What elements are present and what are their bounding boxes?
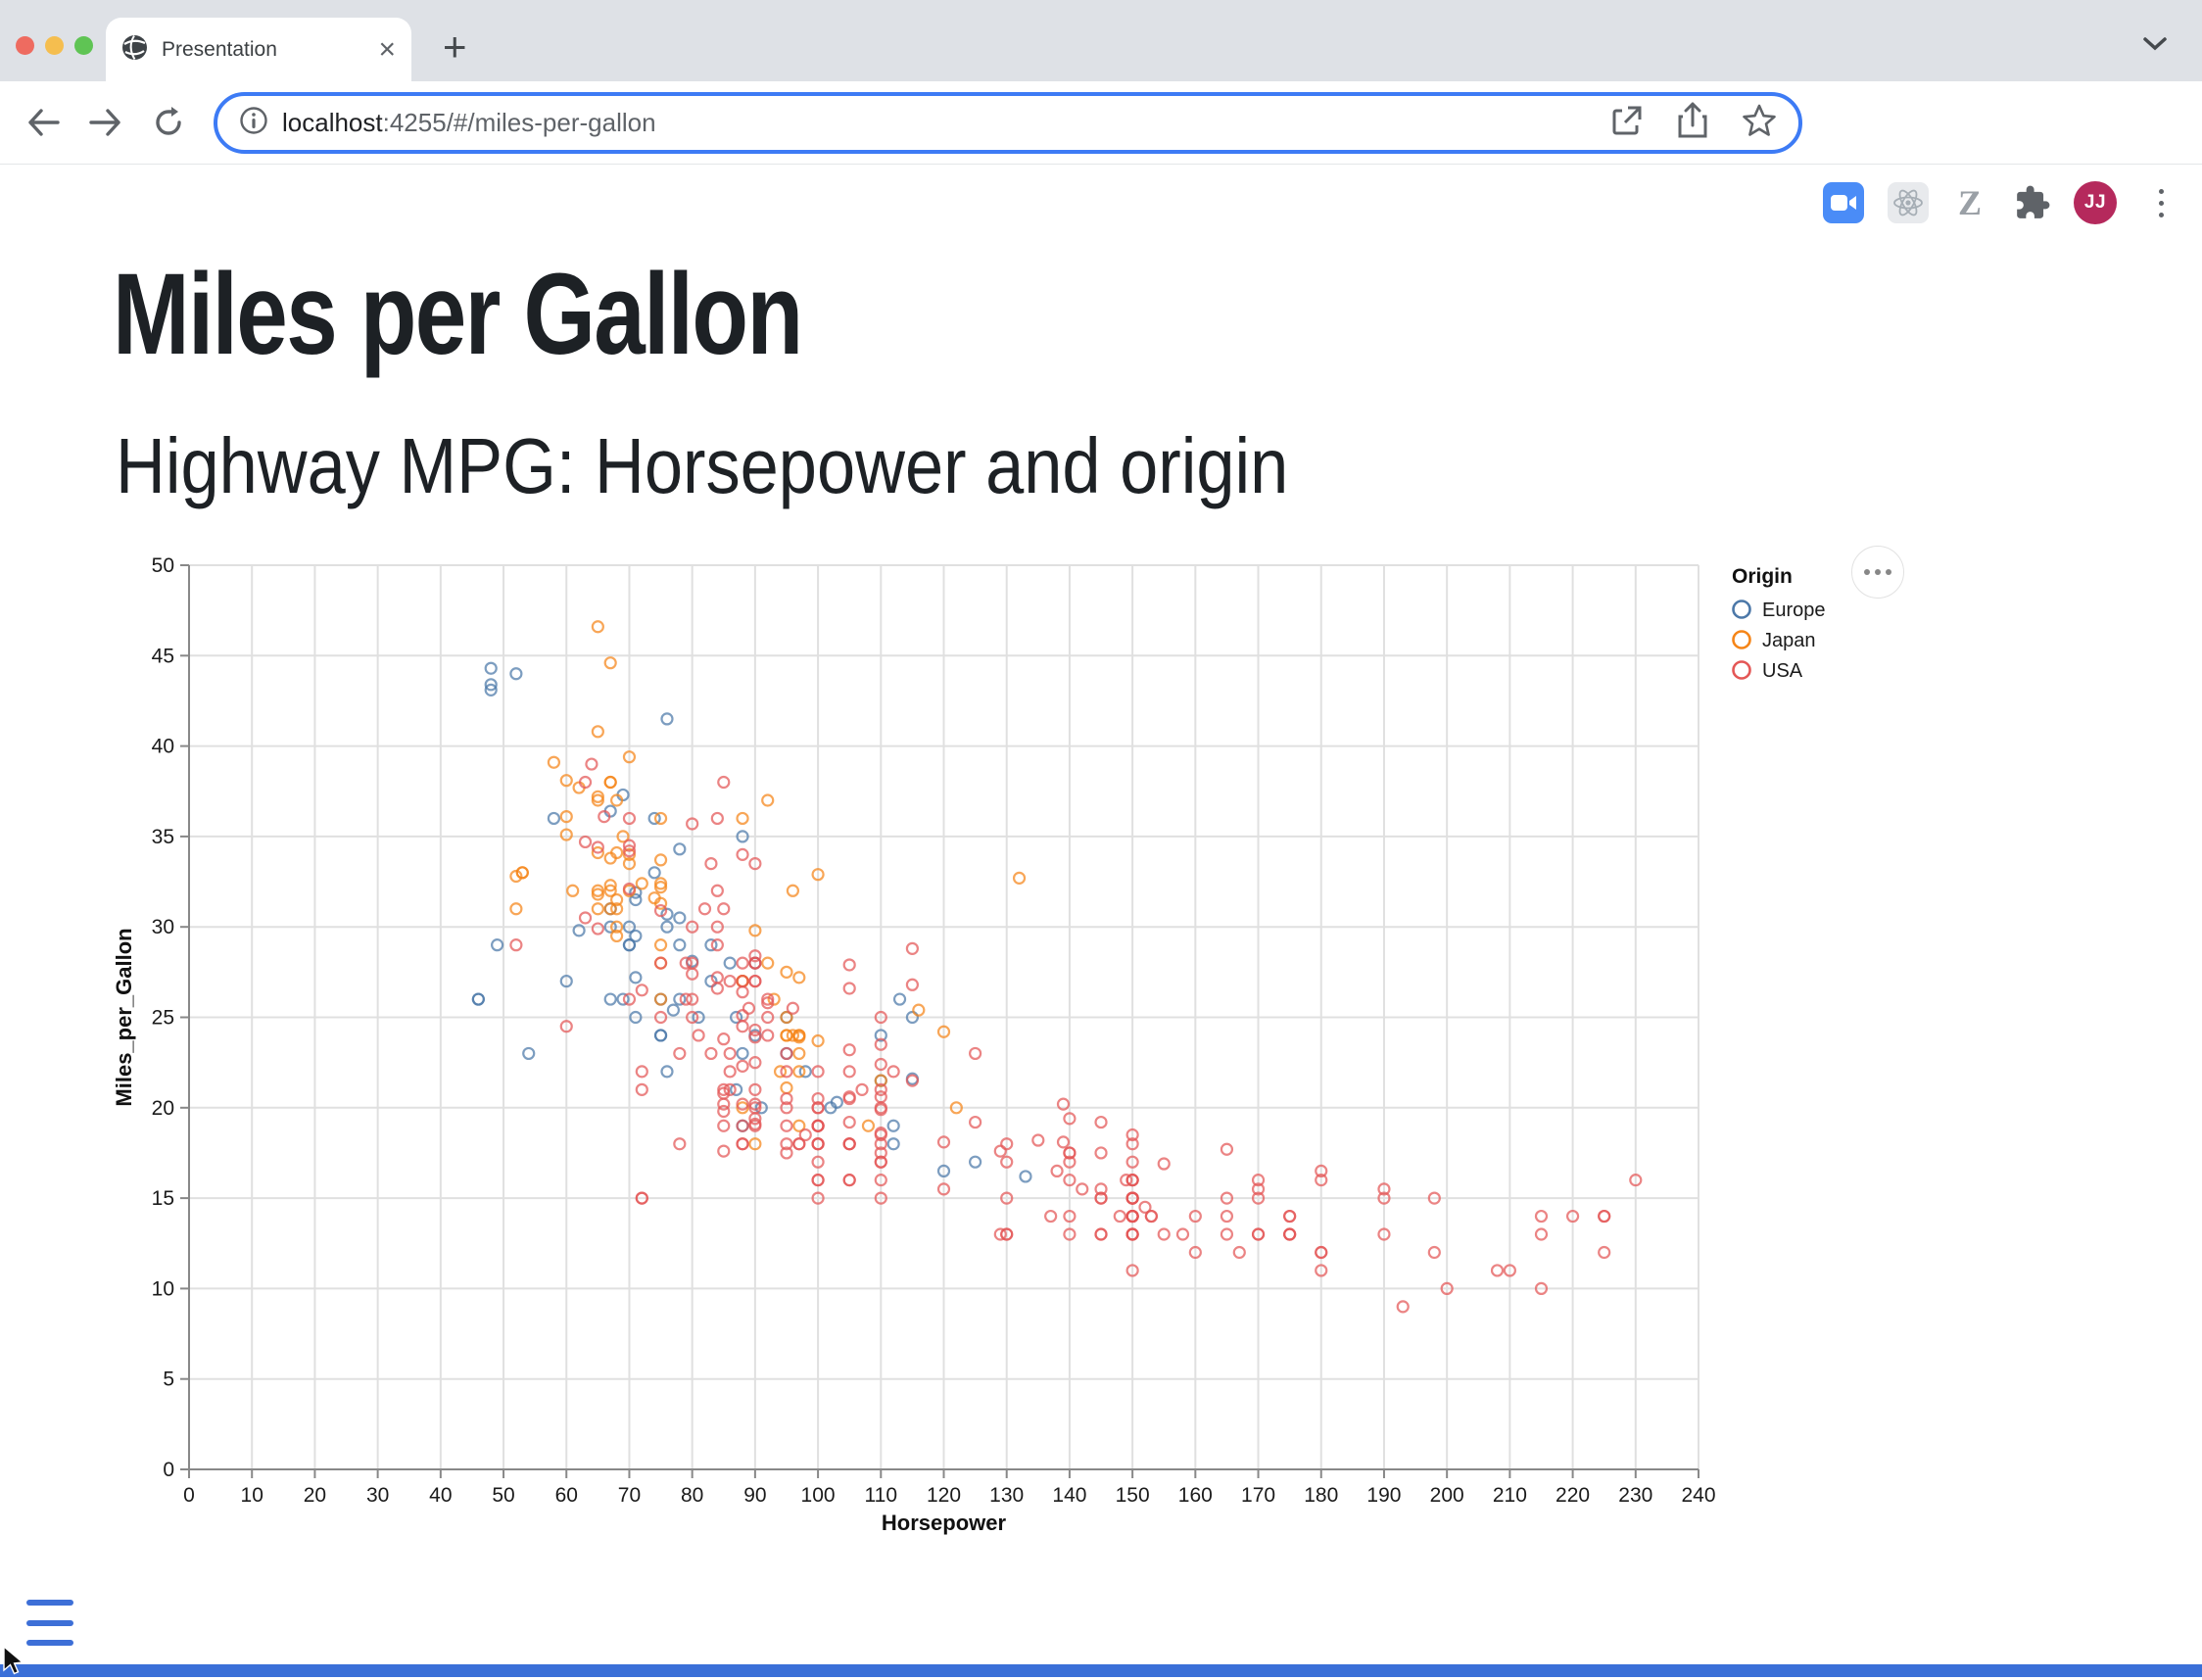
profile-avatar[interactable]: JJ: [2074, 181, 2117, 224]
svg-text:120: 120: [927, 1484, 961, 1507]
window-minimize-button[interactable]: [45, 36, 64, 55]
svg-text:140: 140: [1052, 1484, 1086, 1507]
extensions-puzzle-icon[interactable]: [2012, 182, 2053, 223]
tab-close-icon[interactable]: ×: [378, 35, 396, 65]
svg-text:30: 30: [366, 1484, 389, 1507]
svg-text:100: 100: [801, 1484, 836, 1507]
zoom-app-icon[interactable]: [1823, 182, 1864, 223]
reload-icon[interactable]: [149, 103, 188, 142]
browser-toolbar: localhost:4255/#/miles-per-gallon: [0, 81, 2202, 165]
hamburger-menu-icon[interactable]: [26, 1600, 73, 1646]
svg-text:Miles_per_Gallon: Miles_per_Gallon: [112, 928, 136, 1106]
svg-text:180: 180: [1304, 1484, 1338, 1507]
svg-text:110: 110: [865, 1484, 897, 1507]
svg-text:240: 240: [1681, 1484, 1715, 1507]
svg-text:20: 20: [152, 1097, 174, 1120]
svg-text:210: 210: [1493, 1484, 1527, 1507]
svg-text:10: 10: [152, 1277, 174, 1300]
page-title: Miles per Gallon: [113, 257, 802, 372]
svg-text:0: 0: [163, 1459, 174, 1481]
page-subtitle: Highway MPG: Horsepower and origin: [116, 427, 1288, 505]
url-path: :4255/#/miles-per-gallon: [383, 108, 656, 137]
chart-actions-button[interactable]: [1851, 546, 1904, 599]
svg-text:230: 230: [1618, 1484, 1652, 1507]
svg-text:Origin: Origin: [1732, 565, 1793, 588]
svg-text:10: 10: [241, 1484, 263, 1507]
svg-text:15: 15: [152, 1187, 174, 1210]
svg-text:220: 220: [1556, 1484, 1590, 1507]
svg-text:0: 0: [183, 1484, 195, 1507]
z-extension-icon[interactable]: Z: [1949, 182, 1990, 223]
url-host: localhost: [282, 108, 383, 137]
svg-text:45: 45: [152, 645, 174, 667]
svg-text:40: 40: [429, 1484, 452, 1507]
menu-kebab-icon[interactable]: [2151, 181, 2171, 224]
page-info-icon[interactable]: [239, 106, 268, 140]
svg-text:20: 20: [304, 1484, 326, 1507]
svg-text:170: 170: [1241, 1484, 1275, 1507]
react-extension-icon[interactable]: [1888, 182, 1929, 223]
window-controls: [16, 36, 93, 55]
svg-text:30: 30: [152, 916, 174, 938]
share-icon[interactable]: [1677, 102, 1708, 144]
new-tab-icon[interactable]: +: [443, 24, 467, 71]
url-text[interactable]: localhost:4255/#/miles-per-gallon: [282, 108, 656, 138]
svg-text:5: 5: [163, 1368, 174, 1391]
presentation-progress-bar: [0, 1664, 2202, 1677]
svg-text:50: 50: [152, 554, 174, 577]
svg-text:150: 150: [1116, 1484, 1150, 1507]
svg-text:Japan: Japan: [1762, 630, 1816, 651]
svg-text:35: 35: [152, 826, 174, 848]
window-zoom-button[interactable]: [74, 36, 93, 55]
tabstrip-chevron-down-icon[interactable]: [2141, 35, 2169, 58]
tab-title: Presentation: [162, 38, 277, 62]
browser-tab-strip: Presentation × +: [0, 0, 2202, 81]
svg-text:160: 160: [1178, 1484, 1213, 1507]
svg-text:Horsepower: Horsepower: [882, 1511, 1007, 1535]
svg-text:200: 200: [1430, 1484, 1464, 1507]
browser-tab[interactable]: Presentation ×: [106, 18, 411, 81]
url-bar[interactable]: localhost:4255/#/miles-per-gallon: [214, 92, 1802, 154]
mouse-cursor: [2, 1646, 25, 1680]
svg-text:60: 60: [555, 1484, 578, 1507]
svg-text:25: 25: [152, 1007, 174, 1030]
window-close-button[interactable]: [16, 36, 34, 55]
open-in-new-icon[interactable]: [1610, 104, 1644, 142]
back-icon[interactable]: [24, 103, 63, 142]
svg-text:90: 90: [743, 1484, 766, 1507]
svg-text:190: 190: [1366, 1484, 1401, 1507]
svg-text:40: 40: [152, 736, 174, 758]
scatter-chart: 0102030405060708090100110120130140150160…: [108, 549, 1920, 1582]
svg-text:70: 70: [618, 1484, 641, 1507]
scatter-chart-container: 0102030405060708090100110120130140150160…: [108, 549, 1920, 1582]
svg-text:50: 50: [492, 1484, 514, 1507]
svg-text:Europe: Europe: [1762, 600, 1826, 621]
svg-text:130: 130: [989, 1484, 1024, 1507]
forward-icon[interactable]: [86, 103, 125, 142]
globe-favicon-icon: [121, 34, 148, 66]
bookmark-star-icon[interactable]: [1742, 103, 1777, 143]
svg-text:80: 80: [681, 1484, 703, 1507]
svg-text:USA: USA: [1762, 660, 1803, 682]
